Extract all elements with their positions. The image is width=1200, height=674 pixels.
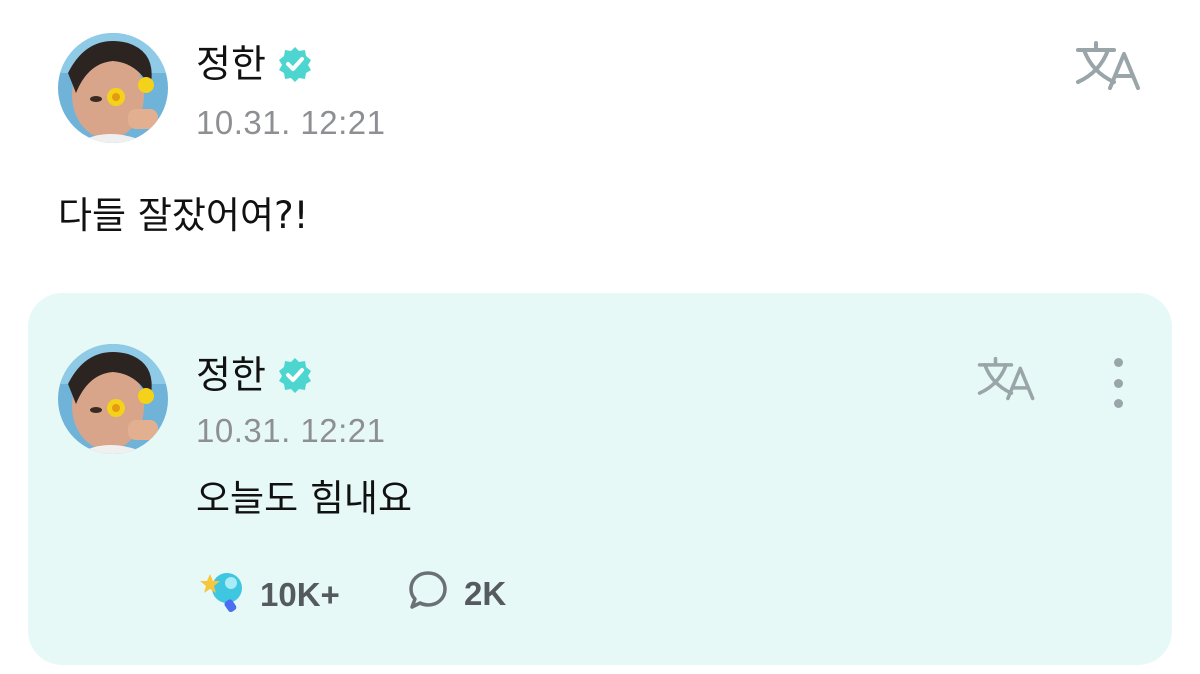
more-vertical-icon[interactable] xyxy=(1108,358,1128,408)
post-author-name-row: 정한 xyxy=(196,45,314,83)
more-dot xyxy=(1113,378,1123,388)
more-dot xyxy=(1113,399,1123,408)
comment-text: 오늘도 힘내요 xyxy=(196,477,413,520)
comment-translate-icon[interactable] xyxy=(976,356,1038,406)
post-author-name[interactable]: 정한 xyxy=(196,45,266,83)
reply-button[interactable]: 2K xyxy=(406,568,506,620)
verified-badge-icon xyxy=(276,45,314,83)
post-timestamp: 10.31. 12:21 xyxy=(196,104,386,141)
reply-count: 2K xyxy=(464,575,507,612)
post-text: 다들 잘잤어여?! xyxy=(58,194,309,237)
like-button[interactable]: 10K+ xyxy=(196,568,340,622)
like-count: 10K+ xyxy=(260,576,340,613)
translate-icon[interactable] xyxy=(1074,40,1144,96)
comment-author-name[interactable]: 정한 xyxy=(196,356,266,394)
comment-author-avatar[interactable] xyxy=(58,344,168,454)
more-dot xyxy=(1113,358,1123,367)
comment-timestamp: 10.31. 12:21 xyxy=(196,412,386,449)
verified-badge-icon xyxy=(276,356,314,394)
speech-bubble-icon xyxy=(406,568,450,620)
comment-author-name-row: 정한 xyxy=(196,356,314,394)
post-author-avatar[interactable] xyxy=(58,33,168,143)
cheer-wand-icon xyxy=(196,568,246,622)
